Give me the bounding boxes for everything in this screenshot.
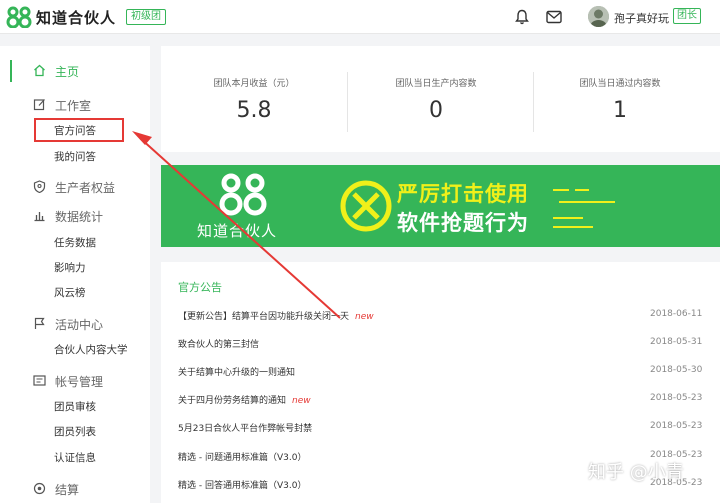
stat-label: 团队本月收益（元）	[213, 79, 295, 89]
announcement-row[interactable]: 关于四月份劳务结算的通知 new 2018-05-23	[178, 393, 718, 411]
id-card-icon	[33, 375, 46, 386]
sidebar: 主页 工作室 官方问答 我的问答 生产者权益 数据统计 任务数据 影响力 风云榜…	[0, 46, 150, 503]
stat-daily-approved: 团队当日通过内容数 1	[527, 46, 713, 152]
app-title[interactable]: 知道合伙人	[36, 7, 116, 28]
announcement-row[interactable]: 致合伙人的第三封信 2018-05-31	[178, 337, 718, 355]
flag-icon	[34, 317, 45, 329]
announcement-date: 2018-05-30	[650, 365, 703, 375]
stat-label: 团队当日生产内容数	[395, 79, 477, 89]
announcement-date: 2018-05-23	[650, 393, 703, 403]
decoration-line	[559, 201, 615, 203]
section-title: 官方公告	[178, 281, 222, 294]
sidebar-item-label: 数据统计	[55, 210, 104, 224]
sidebar-item-activity-center[interactable]: 活动中心	[0, 313, 150, 335]
announcement-title[interactable]: 精选 - 回答通用标准篇（V3.0）	[178, 478, 306, 491]
sidebar-subitem-leaderboard[interactable]: 风云榜	[54, 285, 86, 300]
announcement-title[interactable]: 关于四月份劳务结算的通知 new	[178, 393, 311, 406]
decoration-line	[575, 189, 589, 191]
sidebar-item-settlement[interactable]: 结算	[0, 478, 150, 500]
decoration-line	[553, 217, 583, 219]
stat-value: 5.8	[236, 98, 272, 123]
stat-value: 1	[613, 98, 627, 123]
sidebar-subitem-influence[interactable]: 影响力	[54, 260, 86, 275]
annotation-highlight-box	[34, 118, 124, 142]
banner-subheadline: 软件抢题行为	[397, 211, 529, 235]
sidebar-item-label: 生产者权益	[55, 181, 116, 195]
sidebar-item-label: 工作室	[55, 99, 92, 113]
announcement-row[interactable]: 关于结算中心升级的一则通知 2018-05-30	[178, 365, 718, 383]
role-badge: 团长	[673, 8, 701, 24]
announcement-title[interactable]: 精选 - 问题通用标准篇（V3.0）	[178, 450, 306, 463]
sidebar-subitem-task-data[interactable]: 任务数据	[54, 235, 96, 250]
settlement-icon	[33, 482, 46, 495]
banner-headline: 严厉打击使用	[397, 182, 529, 206]
forbidden-icon	[340, 180, 392, 232]
stat-value: 0	[429, 98, 443, 123]
sidebar-item-label: 主页	[55, 65, 80, 79]
decoration-line	[553, 226, 593, 228]
announcement-row[interactable]: 【更新公告】结算平台因功能升级关闭一天 new 2018-06-11	[178, 309, 718, 327]
edit-icon	[33, 99, 45, 111]
stat-monthly-income: 团队本月收益（元） 5.8	[161, 46, 347, 152]
announcement-row[interactable]: 5月23日合伙人平台作弊帐号封禁 2018-05-23	[178, 421, 718, 439]
announcement-date: 2018-06-11	[650, 309, 703, 319]
sidebar-item-label: 活动中心	[55, 318, 104, 332]
mail-icon[interactable]	[546, 10, 562, 24]
stat-label: 团队当日通过内容数	[579, 79, 661, 89]
announcement-title[interactable]: 致合伙人的第三封信	[178, 337, 259, 350]
level-badge: 初级团	[126, 9, 166, 25]
new-badge: new	[292, 396, 311, 406]
stat-daily-produced: 团队当日生产内容数 0	[343, 46, 529, 152]
new-badge: new	[355, 312, 374, 322]
sidebar-subitem-certification[interactable]: 认证信息	[54, 450, 96, 465]
username[interactable]: 孢子真好玩	[614, 10, 669, 26]
bell-icon[interactable]	[514, 9, 530, 25]
logo-icon[interactable]	[6, 6, 32, 28]
announcement-title[interactable]: 【更新公告】结算平台因功能升级关闭一天 new	[178, 309, 374, 322]
announcement-date: 2018-05-31	[650, 337, 703, 347]
bar-chart-icon	[34, 212, 45, 222]
sidebar-item-home[interactable]: 主页	[0, 60, 150, 82]
sidebar-item-account-mgmt[interactable]: 帐号管理	[0, 370, 150, 392]
sidebar-item-label: 结算	[55, 483, 80, 497]
announcement-title[interactable]: 5月23日合伙人平台作弊帐号封禁	[178, 421, 312, 434]
sidebar-subitem-my-qa[interactable]: 我的问答	[54, 149, 96, 164]
sidebar-item-producer-rights[interactable]: 生产者权益	[0, 176, 150, 198]
home-icon	[34, 64, 45, 77]
decoration-line	[553, 189, 569, 191]
announcement-banner[interactable]: 知道合伙人 严厉打击使用 软件抢题行为	[161, 165, 720, 247]
banner-brand: 知道合伙人	[197, 222, 278, 240]
announcement-date: 2018-05-23	[650, 421, 703, 431]
top-bar: 知道合伙人 初级团 孢子真好玩 团长	[0, 0, 720, 34]
sidebar-subitem-partner-university[interactable]: 合伙人内容大学	[54, 342, 128, 357]
sidebar-subitem-member-review[interactable]: 团员审核	[54, 399, 96, 414]
sidebar-item-label: 帐号管理	[55, 375, 104, 389]
team-stats-panel: 团队本月收益（元） 5.8 团队当日生产内容数 0 团队当日通过内容数 1	[161, 46, 720, 152]
shield-icon	[33, 180, 46, 193]
avatar[interactable]	[588, 6, 609, 27]
sidebar-item-studio[interactable]: 工作室	[0, 94, 150, 116]
sidebar-item-data-stats[interactable]: 数据统计	[0, 205, 150, 227]
sidebar-subitem-member-list[interactable]: 团员列表	[54, 424, 96, 439]
logo-icon	[219, 173, 267, 216]
announcement-title[interactable]: 关于结算中心升级的一则通知	[178, 365, 295, 378]
watermark: 知乎 @小青	[588, 462, 684, 483]
